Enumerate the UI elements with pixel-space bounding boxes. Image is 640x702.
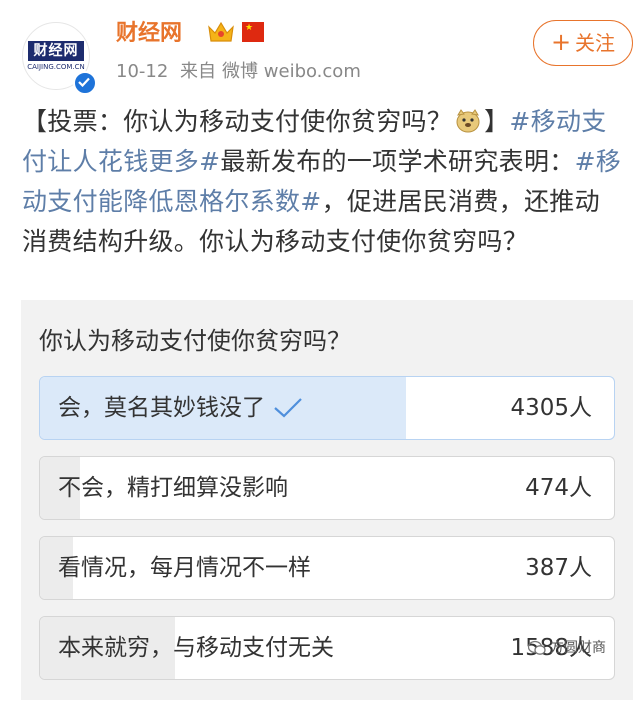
poll-option[interactable]: 看情况，每月情况不一样 387人 <box>39 536 615 600</box>
doge-emoji-icon <box>456 109 480 133</box>
poll-option[interactable]: 不会，精打细算没影响 474人 <box>39 456 615 520</box>
post-meta: 10-12 来自 微博 weibo.com <box>116 60 367 84</box>
follow-button[interactable]: + 关注 <box>533 20 633 66</box>
watermark: 方圆财商 <box>528 638 606 658</box>
china-flag-icon: ★ <box>242 22 264 42</box>
poll-option-count: 387人 <box>525 555 592 581</box>
poll-option-label: 不会，精打细算没影响 <box>58 457 288 519</box>
post-header: 财经网 CAIJING.COM.CN 财经网 ★ 10-12 来自 微博 weib… <box>0 0 640 95</box>
poll-option-text: 看情况，每月情况不一样 <box>58 555 311 581</box>
poll-option-label: 看情况，每月情况不一样 <box>58 537 311 599</box>
avatar[interactable]: 财经网 CAIJING.COM.CN <box>22 22 97 95</box>
watermark-text: 方圆财商 <box>550 640 606 656</box>
avatar-sub-text: CAIJING.COM.CN <box>27 63 85 71</box>
post-text-segment: 】 <box>484 107 510 136</box>
follow-label: 关注 <box>575 31 616 55</box>
crown-icon <box>208 21 234 42</box>
poll-question: 你认为移动支付使你贫穷吗？ <box>39 327 351 355</box>
avatar-logo: 财经网 <box>28 41 84 61</box>
post-source-prefix: 来自 <box>180 61 217 82</box>
poll-option-text: 会，莫名其妙钱没了 <box>58 395 265 421</box>
post-date: 10-12 <box>116 61 169 82</box>
poll-option-count: 4305人 <box>510 395 592 421</box>
verified-badge-icon <box>73 71 97 95</box>
plus-icon: + <box>550 28 572 56</box>
post-source[interactable]: 微博 weibo.com <box>222 61 361 82</box>
post-text: 【投票：你认为移动支付使你贫穷吗？ 】#移动支付让人花钱更多#最新发布的一项学术研… <box>22 102 624 262</box>
post-text-segment: 最新发布的一项学术研究表明： <box>220 147 575 176</box>
poll-option-text: 本来就穷，与移动支付无关 <box>58 635 334 661</box>
poll-option-count: 474人 <box>525 475 592 501</box>
poll-option[interactable]: 会，莫名其妙钱没了 4305人 <box>39 376 615 440</box>
post-text-segment: 【投票：你认为移动支付使你贫穷吗？ <box>22 107 453 136</box>
poll-option-text: 不会，精打细算没影响 <box>58 475 288 501</box>
wechat-icon <box>528 640 546 655</box>
check-icon <box>274 398 302 418</box>
poll-option-label: 本来就穷，与移动支付无关 <box>58 617 334 679</box>
username[interactable]: 财经网 <box>116 20 182 48</box>
poll-option-label: 会，莫名其妙钱没了 <box>58 377 303 439</box>
